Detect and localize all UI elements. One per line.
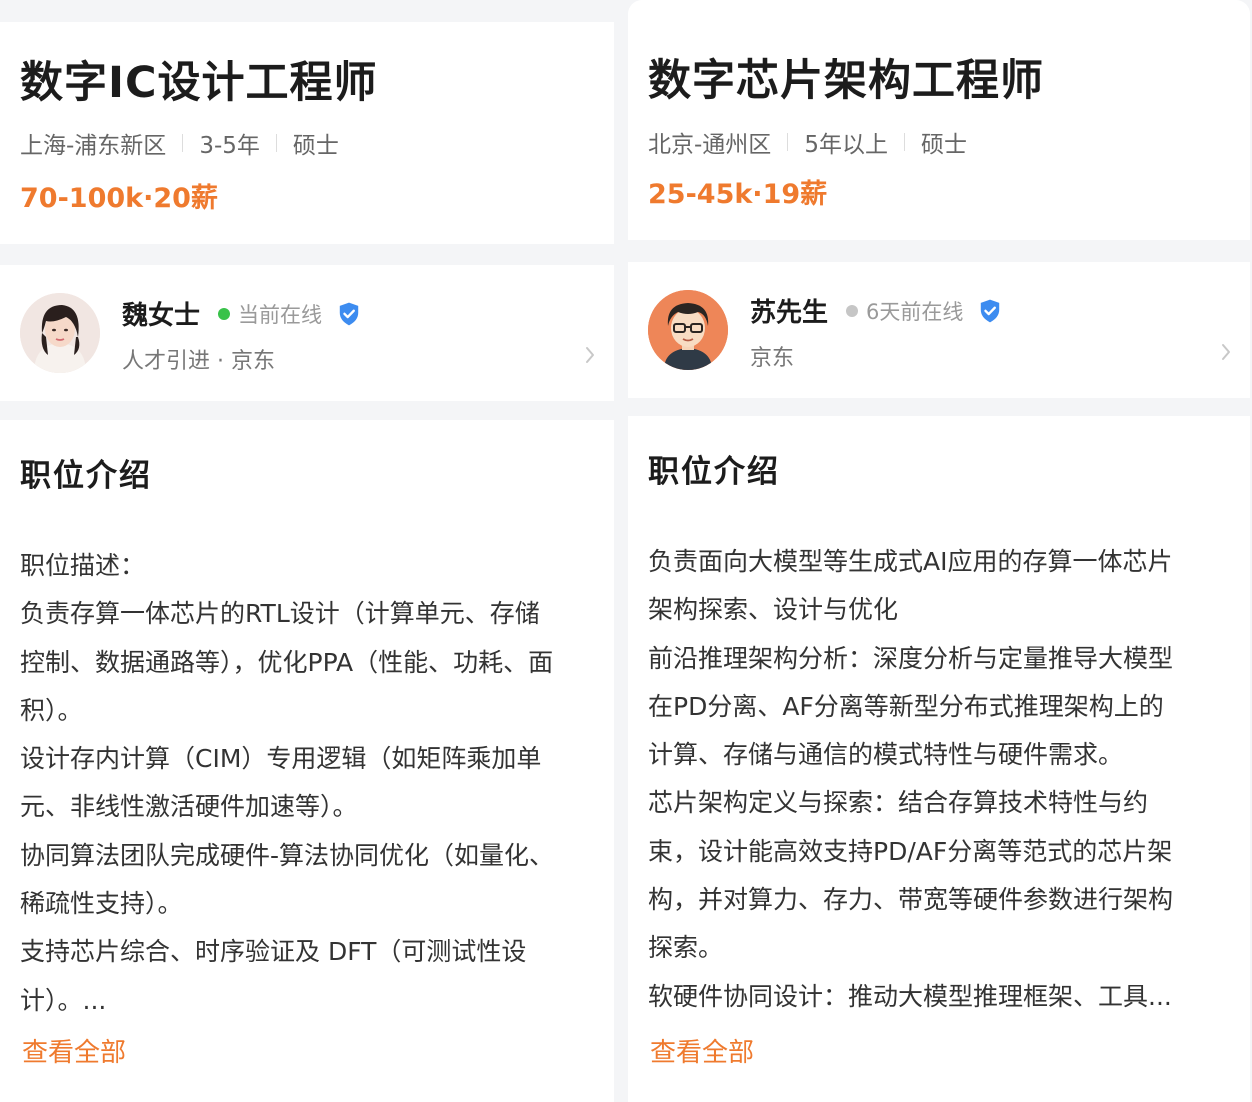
section-title: 职位介绍 [20,458,152,494]
job-experience: 5年以上 [804,132,888,158]
description-line: 积）。 [20,695,83,725]
verified-badge-icon [339,302,359,326]
online-dot-icon [218,308,230,320]
job-comparison: 数字IC设计工程师 上海-浦东新区 3-5年 硕士 70-100k·20薪 魏女… [0,0,1252,1102]
online-status-text: 当前在线 [238,303,322,327]
meta-divider [787,133,789,151]
recruiter-avatar[interactable] [648,290,728,370]
recruiter-online-status: 当前在线 [218,299,362,329]
description-line: 协同算法团队完成硬件-算法协同优化（如量化、 [20,840,555,870]
recruiter-subtitle: 人才引进 · 京东 [122,349,275,374]
job-column-left: 数字IC设计工程师 上海-浦东新区 3-5年 硕士 70-100k·20薪 魏女… [0,0,626,1102]
section-title: 职位介绍 [648,454,780,490]
recruiter-avatar[interactable] [20,293,100,373]
job-salary: 70-100k·20薪 [20,183,218,214]
view-all-link[interactable]: 查看全部 [22,1032,126,1069]
job-meta: 上海-浦东新区 3-5年 硕士 [20,126,339,160]
recruiter-subtitle: 京东 [750,346,795,371]
job-location: 上海-浦东新区 [20,133,167,159]
description-line: 探索。 [648,933,724,963]
description-line: 控制、数据通路等），优化PPA（性能、功耗、面 [20,647,554,677]
job-header-card: 数字芯片架构工程师 北京-通州区 5年以上 硕士 25-45k·19薪 [628,0,1250,240]
meta-divider [182,134,184,152]
chevron-right-icon[interactable] [582,345,598,365]
description-line: 前沿推理架构分析：深度分析与定量推导大模型 [648,643,1174,673]
description-line: 计算、存储与通信的模式特性与硬件需求。 [648,740,1124,770]
description-line: 在PD分离、AF分离等新型分布式推理架构上的 [648,691,1164,721]
job-title: 数字芯片架构工程师 [648,56,1044,106]
chevron-right-icon[interactable] [1218,342,1234,362]
job-salary: 25-45k·19薪 [648,179,828,210]
description-line: 负责存算一体芯片的RTL设计（计算单元、存储 [20,599,540,629]
description-line: 设计存内计算（CIM）专用逻辑（如矩阵乘加单 [20,744,542,774]
job-description: 负责面向大模型等生成式AI应用的存算一体芯片 架构探索、设计与优化 前沿推理架构… [648,538,1173,1021]
job-education: 硕士 [920,132,967,158]
recruiter-card[interactable]: 苏先生 6天前在线 京东 [628,262,1250,398]
job-column-right: 数字芯片架构工程师 北京-通州区 5年以上 硕士 25-45k·19薪 苏先生 … [626,0,1252,1102]
meta-divider [903,133,905,151]
verified-badge-icon [981,299,1000,323]
job-description-card: 职位介绍 负责面向大模型等生成式AI应用的存算一体芯片 架构探索、设计与优化 前… [628,416,1250,1102]
online-status-text: 6天前在线 [866,300,964,324]
recruiter-name: 魏女士 [122,301,201,331]
view-all-link[interactable]: 查看全部 [650,1032,754,1069]
job-description-card: 职位介绍 职位描述： 负责存算一体芯片的RTL设计（计算单元、存储 控制、数据通… [0,420,614,1102]
description-line: 负责面向大模型等生成式AI应用的存算一体芯片 [648,547,1173,576]
description-line: 支持芯片综合、时序验证及 DFT（可测试性设 [20,937,527,967]
offline-dot-icon [846,305,858,317]
female-avatar-icon [20,293,100,373]
description-line: 计）。... [20,985,107,1015]
description-line: 元、非线性激活硬件加速等）。 [20,792,358,822]
description-line: 稀疏性支持）。 [20,889,183,919]
job-title: 数字IC设计工程师 [20,58,378,108]
description-line: 构，并对算力、存力、带宽等硬件参数进行架构 [648,885,1174,915]
meta-divider [275,134,277,152]
description-line: 架构探索、设计与优化 [648,595,899,625]
job-education: 硕士 [292,133,339,159]
recruiter-online-status: 6天前在线 [846,296,1003,326]
cartoon-male-avatar-icon [648,290,728,370]
job-location: 北京-通州区 [648,132,772,158]
recruiter-name: 苏先生 [750,298,829,328]
description-line: 软硬件协同设计：推动大模型推理框架、工具... [648,981,1172,1011]
job-description: 职位描述： 负责存算一体芯片的RTL设计（计算单元、存储 控制、数据通路等），优… [20,542,554,1025]
recruiter-card[interactable]: 魏女士 当前在线 人才引进 · 京东 [0,265,614,401]
job-header-card: 数字IC设计工程师 上海-浦东新区 3-5年 硕士 70-100k·20薪 [0,22,614,244]
job-experience: 3-5年 [199,133,260,159]
description-line: 职位描述： [20,551,146,580]
description-line: 束，设计能高效支持PD/AF分离等范式的芯片架 [648,836,1173,866]
description-line: 芯片架构定义与探索：结合存算技术特性与约 [648,788,1149,818]
job-meta: 北京-通州区 5年以上 硕士 [648,125,967,159]
